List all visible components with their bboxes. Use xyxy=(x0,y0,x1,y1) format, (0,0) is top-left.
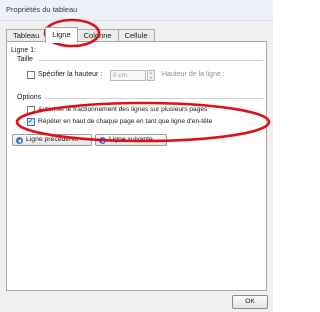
options-heading: Options xyxy=(17,94,42,101)
ok-button[interactable]: OK xyxy=(232,295,268,309)
repeat-header-checkbox[interactable] xyxy=(27,117,35,126)
arrow-right-icon xyxy=(99,137,106,144)
allow-break-label: Autoriser le fractionnement des lignes s… xyxy=(38,106,208,113)
height-mode-label: Hauteur de la ligne : xyxy=(162,71,225,78)
allow-break-checkbox[interactable] xyxy=(27,106,35,114)
window-title: Propriétés du tableau xyxy=(6,5,78,14)
specify-height-label: Spécifier la hauteur : xyxy=(38,71,103,78)
table-properties-dialog: Propriétés du tableau Tableau Ligne Colo… xyxy=(0,0,273,312)
height-input[interactable]: 0 cm xyxy=(110,70,146,81)
repeat-header-label: Répéter en haut de chaque page en tant q… xyxy=(38,118,213,125)
tab-cell-label: Cellule xyxy=(124,31,148,40)
dialog-body: Tableau Ligne Colonne Cellule Ligne 1: T… xyxy=(0,21,273,312)
next-row-label: Ligne suivante xyxy=(109,136,153,143)
tab-column-label: Colonne xyxy=(83,31,112,40)
height-spinner[interactable] xyxy=(147,70,155,81)
title-bar: Propriétés du tableau xyxy=(0,0,273,21)
specify-height-checkbox[interactable] xyxy=(27,71,35,79)
tab-strip: Tableau Ligne Colonne Cellule xyxy=(6,27,155,43)
size-divider xyxy=(39,60,263,61)
previous-row-label: Ligne précédente xyxy=(26,136,79,143)
next-row-button[interactable]: Ligne suivante xyxy=(95,134,167,146)
row-heading: Ligne 1: xyxy=(11,47,36,54)
arrow-left-icon xyxy=(16,137,23,144)
tab-row[interactable]: Ligne xyxy=(45,27,78,43)
tab-row-label: Ligne xyxy=(52,30,71,39)
previous-row-button[interactable]: Ligne précédente xyxy=(12,134,92,146)
size-heading: Taille xyxy=(17,56,33,63)
tab-table-label: Tableau xyxy=(13,31,40,40)
options-divider xyxy=(45,98,263,99)
row-tab-panel: Ligne 1: Taille Spécifier la hauteur : 0… xyxy=(6,41,267,291)
